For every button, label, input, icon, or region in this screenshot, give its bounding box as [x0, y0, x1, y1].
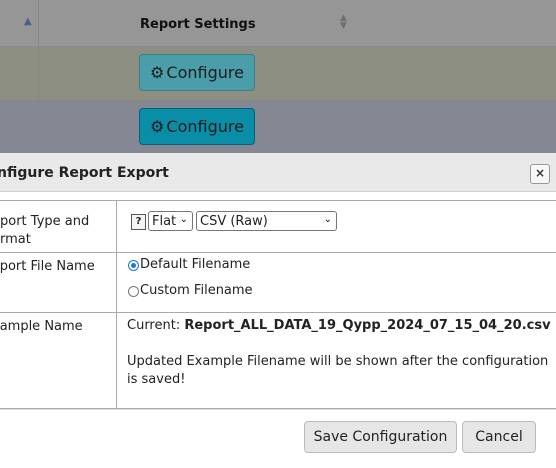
output-type-select-value: CSV (Raw): [200, 213, 268, 229]
cancel-button[interactable]: Cancel: [462, 421, 536, 453]
column-divider: [38, 0, 39, 46]
report-type-label-line2: ormat: [0, 232, 31, 247]
export-settings-table: eport Type and ormat xport File Name xam…: [0, 200, 556, 409]
export-file-name-label: xport File Name: [0, 259, 95, 274]
default-filename-label[interactable]: Default Filename: [140, 257, 250, 272]
help-icon[interactable]: ?: [131, 214, 146, 230]
custom-filename-radio[interactable]: [128, 286, 139, 297]
updated-note-line1: Updated Example Filename will be shown a…: [127, 354, 549, 369]
default-filename-radio[interactable]: [128, 260, 139, 271]
table-header: ▲ Report Settings ▲ ▼: [0, 0, 556, 47]
format-select-value: Flat: [152, 213, 177, 229]
output-type-select[interactable]: CSV (Raw) ⌄: [196, 211, 337, 231]
sort-icon[interactable]: ▲ ▼: [340, 14, 347, 31]
current-example-name: Current: Report_ALL_DATA_19_Qypp_2024_07…: [127, 317, 551, 335]
configure-button[interactable]: ⚙ Configure: [139, 108, 255, 145]
custom-filename-label[interactable]: Custom Filename: [140, 283, 253, 298]
chevron-down-icon: ⌄: [323, 214, 332, 225]
configure-report-export-dialog: nfigure Report Export × eport Type and o…: [0, 153, 556, 468]
close-icon: ×: [534, 166, 546, 180]
configure-button[interactable]: ⚙ Configure: [139, 54, 255, 91]
column-divider: [38, 47, 39, 100]
report-type-label-cell: eport Type and ormat: [0, 200, 117, 253]
report-type-label: eport Type and: [0, 214, 90, 229]
column-divider: [38, 101, 39, 153]
footer-divider: [0, 409, 556, 410]
format-select[interactable]: Flat ⌄: [148, 211, 193, 231]
dialog-titlebar: nfigure Report Export ×: [0, 153, 556, 192]
example-name-label: xample Name: [0, 319, 83, 334]
dialog-title: nfigure Report Export: [0, 165, 169, 181]
close-button[interactable]: ×: [530, 164, 550, 184]
chevron-down-icon: ⌄: [179, 214, 188, 225]
configure-button-label: Configure: [166, 63, 244, 82]
current-filename-value: Report_ALL_DATA_19_Qypp_2024_07_15_04_20…: [184, 318, 551, 333]
current-prefix: Current:: [127, 318, 185, 333]
gear-icon: ⚙: [150, 117, 165, 136]
gear-icon: ⚙: [150, 63, 165, 82]
column-header-report-settings[interactable]: Report Settings: [140, 17, 256, 32]
save-configuration-button[interactable]: Save Configuration: [304, 421, 457, 453]
table-row: ⚙ Configure: [0, 101, 556, 153]
sort-ascending-icon[interactable]: ▲: [24, 16, 32, 27]
example-name-label-cell: xample Name: [0, 312, 117, 409]
configure-button-label: Configure: [166, 117, 244, 136]
table-row: ⚙ Configure: [0, 47, 556, 101]
filename-label-cell: xport File Name: [0, 252, 117, 313]
updated-note-line2: is saved!: [127, 372, 186, 387]
